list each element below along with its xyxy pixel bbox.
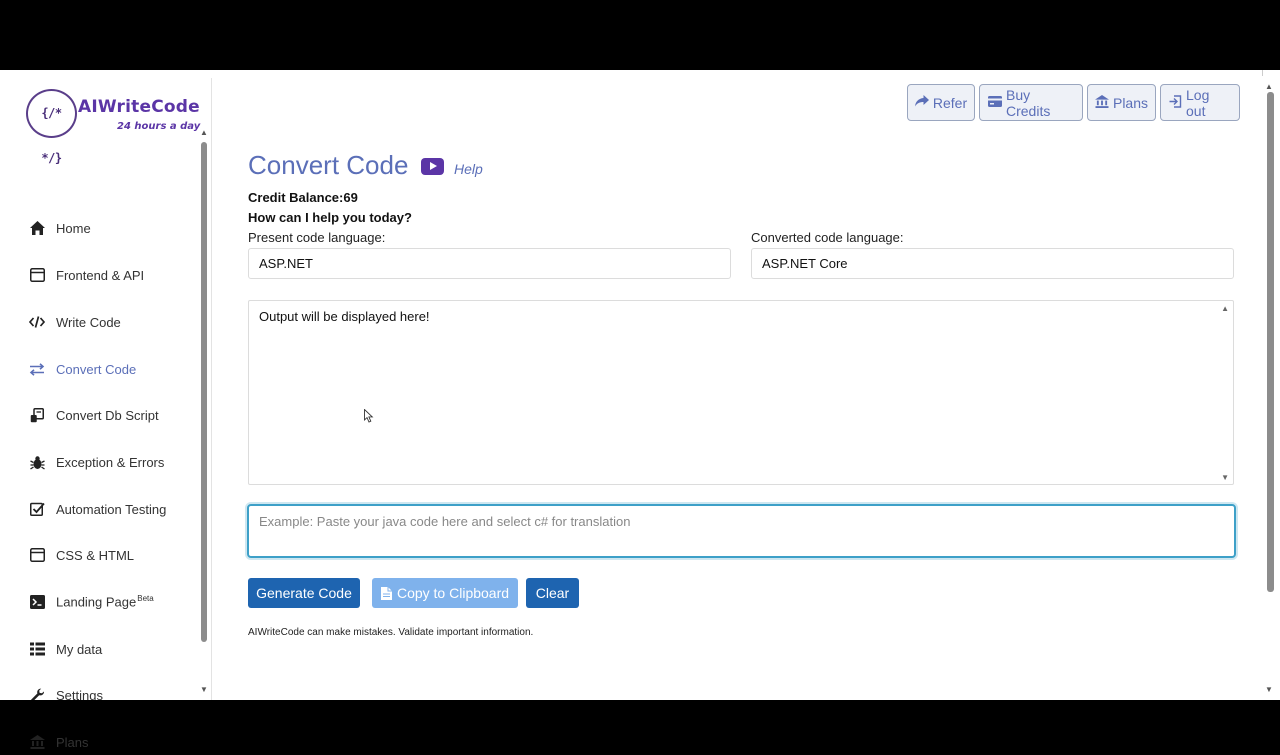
clear-label: Clear bbox=[535, 585, 570, 601]
swap-arrows-icon bbox=[28, 360, 46, 378]
page-scrollbar-thumb[interactable] bbox=[1267, 92, 1274, 592]
sidebar-scrollbar-thumb[interactable] bbox=[201, 142, 207, 642]
logout-label: Log out bbox=[1186, 86, 1210, 119]
sidebar-item-plans[interactable]: Plans bbox=[28, 729, 196, 755]
plans-button[interactable]: Plans bbox=[1087, 84, 1156, 121]
output-text: Output will be displayed here! bbox=[259, 309, 430, 324]
credit-card-icon bbox=[988, 95, 1002, 110]
sidebar-item-label: Exception & Errors bbox=[56, 454, 165, 470]
prompt-question: How can I help you today? bbox=[248, 210, 412, 225]
converted-language-select[interactable]: ASP.NET Core bbox=[751, 248, 1234, 279]
sidebar: {/* */} AIWriteCode 24 hours a day Home … bbox=[0, 78, 212, 750]
list-icon bbox=[28, 640, 46, 658]
help-link[interactable]: Help bbox=[454, 161, 483, 177]
sidebar-item-landing-page[interactable]: Landing PageBeta bbox=[28, 589, 196, 615]
sidebar-item-label: CSS & HTML bbox=[56, 547, 135, 563]
present-language-value: ASP.NET bbox=[259, 256, 313, 271]
share-arrow-icon bbox=[914, 95, 929, 110]
present-language-select[interactable]: ASP.NET bbox=[248, 248, 731, 279]
clipboard-icon bbox=[380, 586, 392, 600]
brand-name: AIWriteCode bbox=[78, 97, 200, 117]
page-scroll-up-arrow[interactable]: ▲ bbox=[1265, 82, 1273, 91]
logo-mark: {/* */} bbox=[26, 89, 77, 165]
db-script-icon bbox=[28, 406, 46, 424]
app-window: {/* */} AIWriteCode 24 hours a day Home … bbox=[0, 70, 1280, 750]
sidebar-item-automation-testing[interactable]: Automation Testing bbox=[28, 496, 196, 522]
code-input[interactable] bbox=[247, 504, 1236, 558]
video-play-icon[interactable] bbox=[421, 158, 444, 175]
output-scroll-down-arrow[interactable]: ▼ bbox=[1221, 473, 1229, 482]
sidebar-scroll-up-arrow[interactable]: ▲ bbox=[200, 128, 208, 137]
mouse-cursor-icon bbox=[364, 409, 374, 423]
code-icon bbox=[28, 313, 46, 331]
clear-button[interactable]: Clear bbox=[526, 578, 579, 608]
sidebar-item-label: My data bbox=[56, 641, 103, 657]
sidebar-item-frontend-api[interactable]: Frontend & API bbox=[28, 262, 196, 288]
buy-credits-button[interactable]: Buy Credits bbox=[979, 84, 1083, 121]
sidebar-item-convert-code[interactable]: Convert Code bbox=[28, 356, 196, 382]
page-corner bbox=[1262, 70, 1280, 76]
bank-icon bbox=[28, 733, 46, 751]
sidebar-item-my-data[interactable]: My data bbox=[28, 636, 196, 662]
sidebar-item-exceptions-errors[interactable]: Exception & Errors bbox=[28, 449, 196, 475]
sidebar-item-label: Automation Testing bbox=[56, 501, 167, 517]
sidebar-item-label: Plans bbox=[56, 734, 89, 750]
sidebar-item-label: Convert Code bbox=[56, 361, 137, 377]
sidebar-item-write-code[interactable]: Write Code bbox=[28, 309, 196, 335]
home-icon bbox=[28, 219, 46, 237]
copy-to-clipboard-label: Copy to Clipboard bbox=[396, 585, 510, 601]
sidebar-item-label: Frontend & API bbox=[56, 267, 145, 283]
bottom-letterbox bbox=[0, 700, 1280, 720]
browser-window-icon bbox=[28, 546, 46, 564]
refer-label: Refer bbox=[932, 94, 968, 111]
brand-tagline: 24 hours a day bbox=[117, 121, 201, 132]
disclaimer-text: AIWriteCode can make mistakes. Validate … bbox=[248, 627, 534, 638]
generate-code-label: Generate Code bbox=[256, 585, 352, 601]
sidebar-item-convert-db-script[interactable]: Convert Db Script bbox=[28, 402, 196, 428]
sidebar-item-css-html[interactable]: CSS & HTML bbox=[28, 542, 196, 568]
page-scroll-down-arrow[interactable]: ▼ bbox=[1265, 685, 1273, 694]
logout-icon bbox=[1169, 94, 1182, 111]
page-title: Convert Code bbox=[248, 150, 409, 180]
present-language-label: Present code language: bbox=[248, 230, 386, 245]
browser-window-icon bbox=[28, 266, 46, 284]
brand-logo[interactable]: {/* */} AIWriteCode 24 hours a day bbox=[26, 89, 206, 165]
sidebar-item-home[interactable]: Home bbox=[28, 215, 196, 241]
credit-balance: Credit Balance:69 bbox=[248, 190, 358, 205]
plans-label: Plans bbox=[1112, 94, 1149, 111]
converted-language-value: ASP.NET Core bbox=[762, 256, 848, 271]
sidebar-scroll-down-arrow[interactable]: ▼ bbox=[200, 685, 208, 694]
sidebar-item-label: Home bbox=[56, 220, 91, 236]
output-scroll-up-arrow[interactable]: ▲ bbox=[1221, 304, 1229, 313]
copy-to-clipboard-button[interactable]: Copy to Clipboard bbox=[372, 578, 518, 608]
checkbox-icon bbox=[28, 500, 46, 518]
terminal-icon bbox=[28, 593, 46, 611]
bug-icon bbox=[28, 453, 46, 471]
bank-icon bbox=[1095, 94, 1109, 111]
generate-code-button[interactable]: Generate Code bbox=[248, 578, 360, 608]
refer-button[interactable]: Refer bbox=[907, 84, 975, 121]
sidebar-item-label: Landing PageBeta bbox=[56, 594, 154, 610]
sidebar-item-label: Convert Db Script bbox=[56, 407, 159, 423]
output-panel[interactable]: Output will be displayed here! ▲ ▼ bbox=[248, 300, 1234, 485]
sidebar-item-label: Write Code bbox=[56, 314, 121, 330]
converted-language-label: Converted code language: bbox=[751, 230, 904, 245]
logout-button[interactable]: Log out bbox=[1160, 84, 1240, 121]
beta-badge: Beta bbox=[137, 594, 154, 604]
buy-credits-label: Buy Credits bbox=[1006, 86, 1051, 119]
